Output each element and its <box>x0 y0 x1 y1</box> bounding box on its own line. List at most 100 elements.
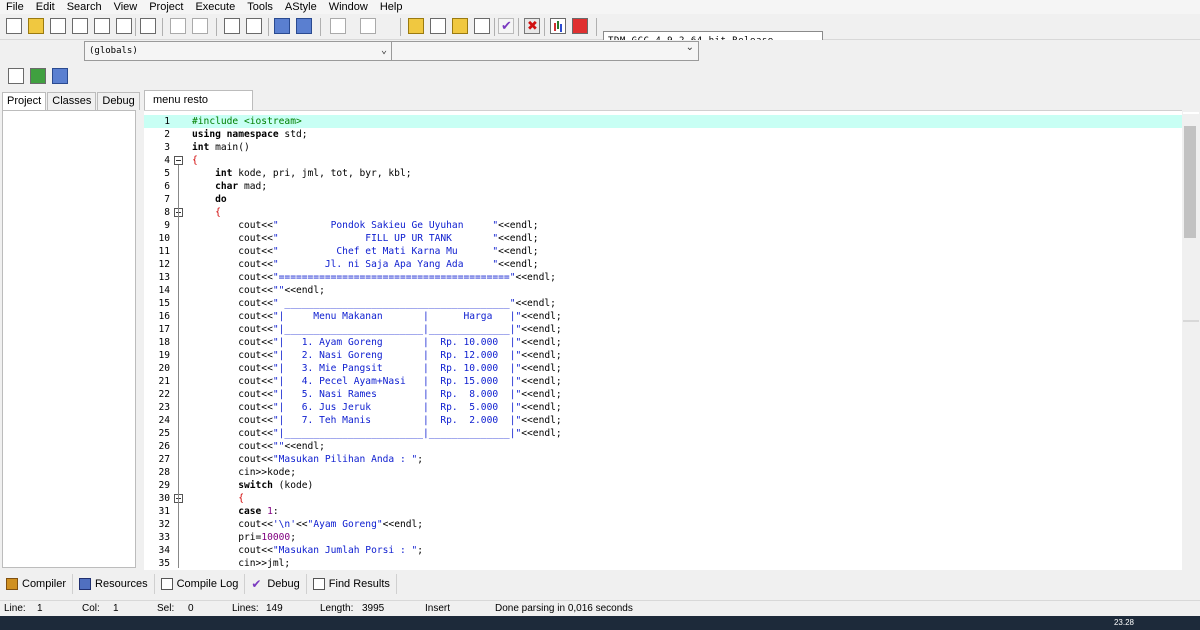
menu-tools[interactable]: Tools <box>241 0 279 14</box>
code-line[interactable]: 5 int kode, pri, jml, tot, byr, kbl; <box>144 167 1182 180</box>
code-line[interactable]: 32 cout<<'\n'<<"Ayam Goreng"<<endl; <box>144 518 1182 531</box>
code-line[interactable]: 9 cout<<" Pondok Sakieu Ge Uyuhan "<<end… <box>144 219 1182 232</box>
code-line[interactable]: 27 cout<<"Masukan Pilihan Anda : "; <box>144 453 1182 466</box>
code-text: using namespace std; <box>192 128 308 141</box>
code-line[interactable]: 28 cin>>kode; <box>144 466 1182 479</box>
code-line[interactable]: 3 int main() <box>144 141 1182 154</box>
tab-compile-log[interactable]: Compile Log <box>155 574 246 594</box>
code-text: cout<<" Pondok Sakieu Ge Uyuhan "<<endl; <box>192 219 538 232</box>
compile-icon[interactable] <box>408 18 424 34</box>
tab-project[interactable]: Project <box>2 92 47 110</box>
new-file-icon[interactable] <box>6 18 22 34</box>
code-line[interactable]: 11 cout<<" Chef et Mati Karna Mu "<<endl… <box>144 245 1182 258</box>
redo-icon[interactable] <box>192 18 208 34</box>
close-file-icon[interactable] <box>94 18 110 34</box>
line-number: 3 <box>164 142 170 153</box>
code-line[interactable]: 10 cout<<" FILL UP UR TANK "<<endl; <box>144 232 1182 245</box>
code-line[interactable]: 30 { <box>144 492 1182 505</box>
add-file-icon[interactable] <box>30 68 46 84</box>
tab-debug[interactable]: Debug <box>97 92 140 110</box>
left-panel-tabs: Project Classes Debug <box>2 92 141 110</box>
indent-icon[interactable] <box>274 18 290 34</box>
menu-view[interactable]: View <box>108 0 144 14</box>
code-line[interactable]: 29 switch (kode) <box>144 479 1182 492</box>
code-line[interactable]: 19 cout<<"| 2. Nasi Goreng | Rp. 12.000 … <box>144 349 1182 362</box>
syntax-check-icon[interactable] <box>498 18 514 34</box>
code-line[interactable]: 33 pri=10000; <box>144 531 1182 544</box>
menu-help[interactable]: Help <box>374 0 409 14</box>
code-line[interactable]: 18 cout<<"| 1. Ayam Goreng | Rp. 10.000 … <box>144 336 1182 349</box>
menu-file[interactable]: File <box>0 0 30 14</box>
code-token: " Chef et Mati Karna Mu " <box>272 246 499 257</box>
save-all-icon[interactable] <box>72 18 88 34</box>
code-line[interactable]: 26 cout<<""<<endl; <box>144 440 1182 453</box>
member-select[interactable]: ⌄ <box>391 41 699 61</box>
menu-astyle[interactable]: AStyle <box>279 0 323 14</box>
compile-run-icon[interactable] <box>452 18 468 34</box>
run-icon[interactable] <box>430 18 446 34</box>
find-icon[interactable] <box>224 18 240 34</box>
code-token: cout<< <box>192 363 273 374</box>
code-token: { <box>238 493 244 504</box>
code-line[interactable]: 15 cout<<" _____________________________… <box>144 297 1182 310</box>
project-tree[interactable] <box>2 110 136 568</box>
code-line[interactable]: 17 cout<<"|________________________|____… <box>144 323 1182 336</box>
code-token: main() <box>209 142 250 153</box>
code-line[interactable]: 23 cout<<"| 6. Jus Jeruk | Rp. 5.000 |"<… <box>144 401 1182 414</box>
code-line[interactable]: 35 cin>>jml; <box>144 557 1182 570</box>
scrollbar-thumb[interactable] <box>1184 126 1196 238</box>
goto-icon[interactable] <box>330 18 346 34</box>
line-number: 33 <box>158 532 170 543</box>
rebuild-icon[interactable] <box>474 18 490 34</box>
tab-find-results[interactable]: Find Results <box>307 574 397 594</box>
bookmark-icon[interactable] <box>360 18 376 34</box>
editor-scrollbar[interactable] <box>1182 110 1200 570</box>
tab-resources[interactable]: Resources <box>73 574 155 594</box>
unindent-icon[interactable] <box>296 18 312 34</box>
code-editor[interactable]: 1 #include <iostream> 2 using namespace std… <box>144 110 1182 570</box>
code-line[interactable]: 34 cout<<"Masukan Jumlah Porsi : "; <box>144 544 1182 557</box>
code-line[interactable]: 7 do <box>144 193 1182 206</box>
code-line[interactable]: 25 cout<<"|________________________|____… <box>144 427 1182 440</box>
tab-debug-output[interactable]: ✔ Debug <box>245 574 307 594</box>
new-project-icon[interactable] <box>8 68 24 84</box>
code-line[interactable]: 8 { <box>144 206 1182 219</box>
fold-toggle-icon[interactable] <box>174 156 183 165</box>
close-all-icon[interactable] <box>116 18 132 34</box>
delete-profile-icon[interactable] <box>572 18 588 34</box>
code-line[interactable]: 2 using namespace std; <box>144 128 1182 141</box>
project-options-icon[interactable] <box>52 68 68 84</box>
code-line[interactable]: 22 cout<<"| 5. Nasi Rames | Rp. 8.000 |"… <box>144 388 1182 401</box>
menu-search[interactable]: Search <box>61 0 108 14</box>
menu-project[interactable]: Project <box>143 0 189 14</box>
code-line[interactable]: 1 #include <iostream> <box>144 115 1182 128</box>
save-icon[interactable] <box>50 18 66 34</box>
code-line[interactable]: 14 cout<<""<<endl; <box>144 284 1182 297</box>
code-line[interactable]: 4{ <box>144 154 1182 167</box>
code-line[interactable]: 16 cout<<"| Menu Makanan | Harga |"<<end… <box>144 310 1182 323</box>
stop-icon[interactable] <box>524 18 540 34</box>
profile-icon[interactable] <box>550 18 566 34</box>
replace-icon[interactable] <box>246 18 262 34</box>
code-line[interactable]: 24 cout<<"| 7. Teh Manis | Rp. 2.000 |"<… <box>144 414 1182 427</box>
undo-icon[interactable] <box>170 18 186 34</box>
menu-execute[interactable]: Execute <box>189 0 241 14</box>
menu-edit[interactable]: Edit <box>30 0 61 14</box>
code-token: cout<< <box>192 324 273 335</box>
tab-classes[interactable]: Classes <box>47 92 97 110</box>
code-line[interactable]: 20 cout<<"| 3. Mie Pangsit | Rp. 10.000 … <box>144 362 1182 375</box>
code-line[interactable]: 21 cout<<"| 4. Pecel Ayam+Nasi | Rp. 15.… <box>144 375 1182 388</box>
code-line[interactable]: 12 cout<<" Jl. ni Saja Apa Yang Ada "<<e… <box>144 258 1182 271</box>
scope-select[interactable]: (globals) ⌄ <box>84 41 392 61</box>
code-line[interactable]: 13 cout<<"==============================… <box>144 271 1182 284</box>
editor-tab-file[interactable]: menu resto case.cpp <box>144 90 253 125</box>
open-file-icon[interactable] <box>28 18 44 34</box>
code-token: std; <box>278 129 308 140</box>
print-icon[interactable] <box>140 18 156 34</box>
code-line[interactable]: 6 char mad; <box>144 180 1182 193</box>
menu-window[interactable]: Window <box>323 0 374 14</box>
code-line[interactable]: 31 case 1: <box>144 505 1182 518</box>
code-token: <<endl; <box>515 272 556 283</box>
tab-compiler[interactable]: Compiler <box>0 574 74 594</box>
